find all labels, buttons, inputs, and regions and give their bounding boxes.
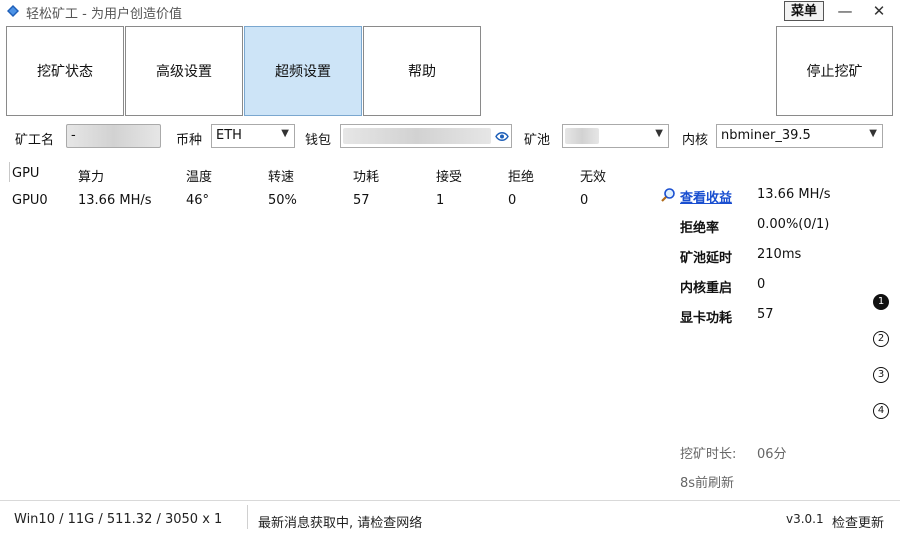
- coin-select[interactable]: ETH ▼: [211, 124, 295, 148]
- kernel-select[interactable]: nbminer_39.5 ▼: [716, 124, 883, 148]
- minimize-button[interactable]: —: [830, 0, 860, 22]
- table-cell-rejected: 0: [508, 193, 517, 208]
- close-button[interactable]: ✕: [864, 0, 894, 22]
- miner-name-input[interactable]: -: [66, 124, 161, 148]
- table-header-hashrate: 算力: [78, 170, 105, 185]
- wallet-label: 钱包: [305, 133, 332, 148]
- coin-select-value: ETH: [216, 128, 242, 143]
- table-header-gpu: GPU: [12, 166, 40, 181]
- total-hashrate-value: 13.66 MH/s: [757, 187, 831, 202]
- table-cell-invalid: 0: [580, 193, 589, 208]
- stop-mining-button[interactable]: 停止挖矿: [776, 26, 893, 116]
- tab-advanced-settings[interactable]: 高级设置: [125, 26, 243, 116]
- table-cell-power: 57: [353, 193, 370, 208]
- table-cell-accepted: 1: [436, 193, 445, 208]
- mining-time-label: 挖矿时长:: [680, 447, 737, 462]
- table-left-border: [9, 162, 10, 182]
- kernel-restart-label: 内核重启: [680, 281, 733, 296]
- table-header-accepted: 接受: [436, 170, 463, 185]
- status-message: 最新消息获取中, 请检查网络: [258, 516, 423, 531]
- eye-icon[interactable]: [495, 131, 509, 142]
- refresh-status: 8s前刷新: [680, 476, 735, 491]
- pool-select[interactable]: ▼: [562, 124, 669, 148]
- kernel-restart-value: 0: [757, 277, 766, 292]
- reject-rate-label: 拒绝率: [680, 221, 720, 236]
- table-header-invalid: 无效: [580, 170, 607, 185]
- wallet-input[interactable]: [340, 124, 512, 148]
- wallet-value-redacted: [343, 128, 491, 144]
- system-info: Win10 / 11G / 511.32 / 3050 x 1: [14, 512, 223, 527]
- table-cell-gpu: GPU0: [12, 193, 48, 208]
- status-bar: Win10 / 11G / 511.32 / 3050 x 1 最新消息获取中,…: [0, 500, 900, 534]
- table-cell-temp: 46°: [186, 193, 210, 208]
- pool-latency-label: 矿池延时: [680, 251, 733, 266]
- version-text: v3.0.1: [786, 512, 824, 526]
- app-logo-icon: [7, 5, 19, 17]
- chevron-down-icon: ▼: [281, 128, 289, 139]
- chevron-down-icon: ▼: [655, 128, 663, 139]
- chevron-down-icon: ▼: [869, 128, 877, 139]
- table-cell-hashrate: 13.66 MH/s: [78, 193, 152, 208]
- page-2-button[interactable]: 2: [873, 331, 889, 347]
- tab-overclock-settings[interactable]: 超频设置: [244, 26, 362, 116]
- gpu-power-label: 显卡功耗: [680, 311, 733, 326]
- coin-label: 币种: [176, 133, 203, 148]
- gpu-power-value: 57: [757, 307, 774, 322]
- table-header-fan: 转速: [268, 170, 295, 185]
- table-header-power: 功耗: [353, 170, 380, 185]
- reject-rate-value: 0.00%(0/1): [757, 217, 830, 232]
- page-4-button[interactable]: 4: [873, 403, 889, 419]
- miner-name-label: 矿工名: [15, 133, 55, 148]
- tab-help[interactable]: 帮助: [363, 26, 481, 116]
- kernel-select-value: nbminer_39.5: [721, 128, 811, 143]
- page-1-button[interactable]: 1: [873, 294, 889, 310]
- pool-latency-value: 210ms: [757, 247, 802, 262]
- kernel-label: 内核: [682, 133, 709, 148]
- pool-label: 矿池: [524, 133, 551, 148]
- page-3-button[interactable]: 3: [873, 367, 889, 383]
- status-divider: [247, 505, 248, 529]
- view-earnings-link[interactable]: 查看收益: [680, 187, 732, 206]
- table-header-temp: 温度: [186, 170, 213, 185]
- search-icon: [661, 188, 675, 202]
- pool-value-redacted: [565, 128, 599, 144]
- menu-button[interactable]: 菜单: [784, 1, 824, 21]
- window-title: 轻松矿工 - 为用户创造价值: [26, 7, 182, 22]
- mining-time-value: 06分: [757, 447, 787, 462]
- table-header-rejected: 拒绝: [508, 170, 535, 185]
- check-update-link[interactable]: 检查更新: [832, 512, 884, 531]
- miner-name-value: -: [71, 128, 76, 143]
- table-cell-fan: 50%: [268, 193, 297, 208]
- tab-mining-status[interactable]: 挖矿状态: [6, 26, 124, 116]
